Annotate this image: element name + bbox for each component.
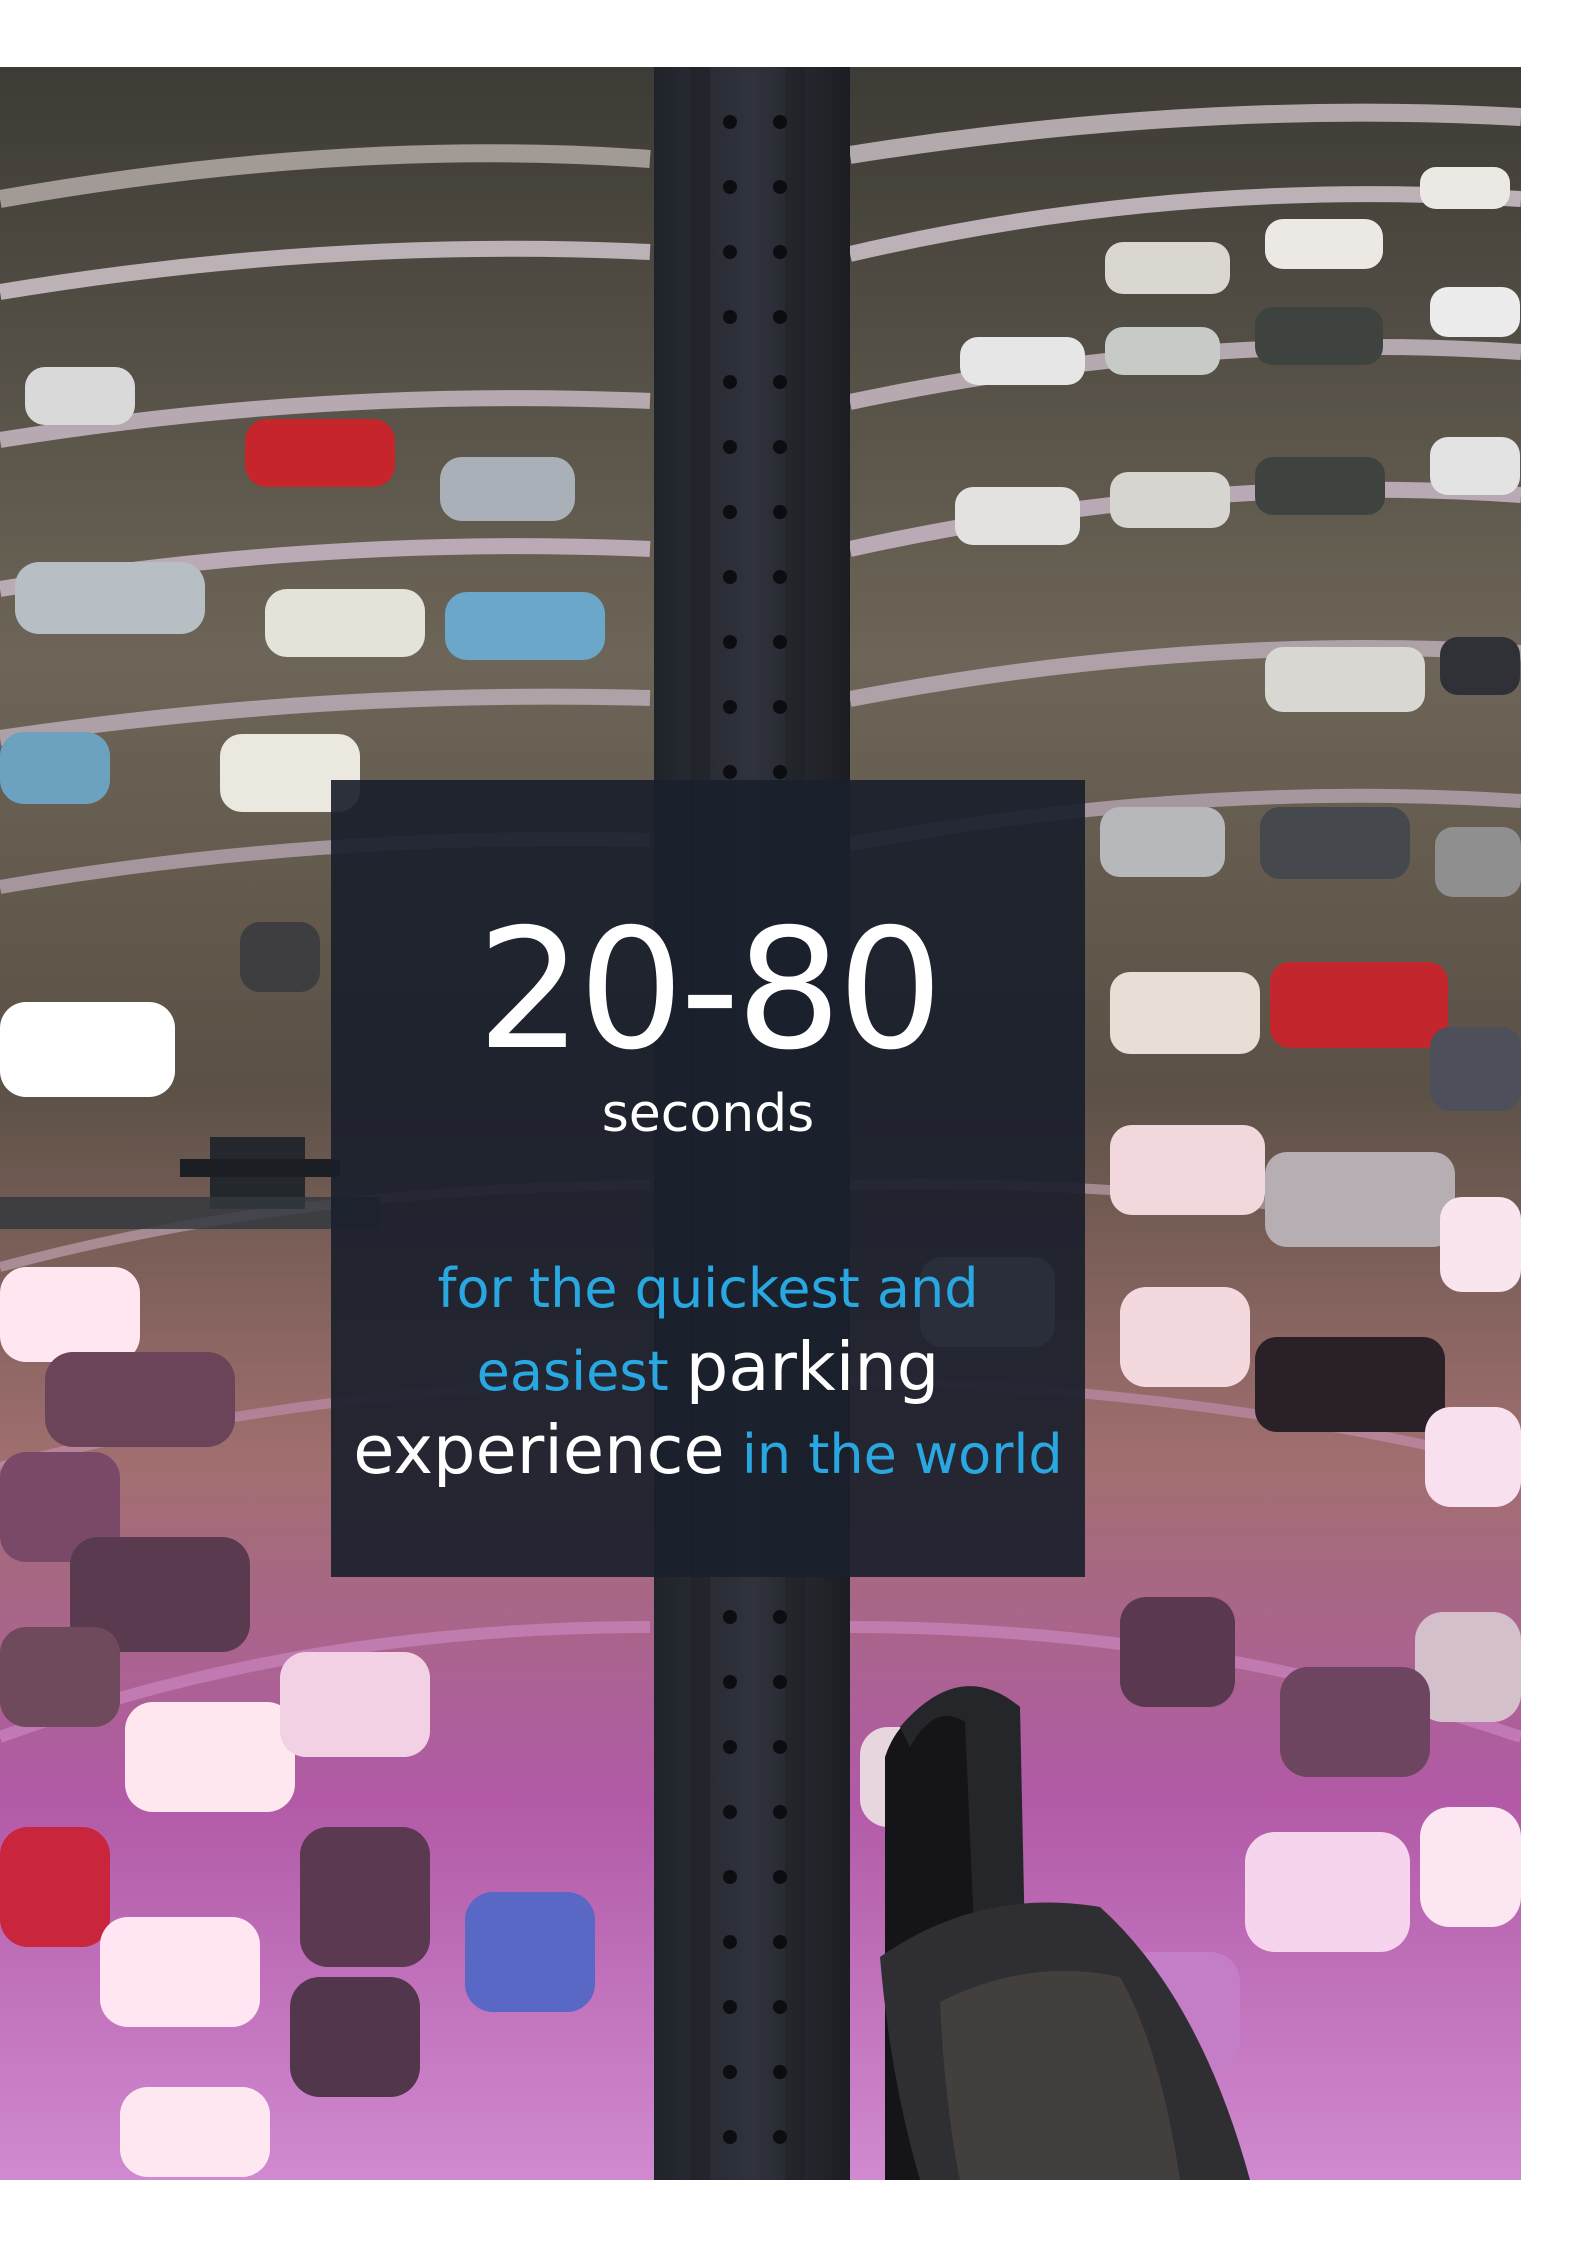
tagline-word-parking: parking [685,1328,940,1406]
tagline-word-experience: experience [353,1411,725,1489]
time-unit: seconds [601,1084,815,1144]
tagline-phrase-world: in the world [741,1423,1063,1486]
tagline: for the quickest and easiest parking exp… [349,1250,1067,1494]
promo-overlay: 20-80 seconds for the quickest and easie… [331,780,1085,1577]
tagline-line-3: experience in the world [349,1411,1067,1494]
time-range: 20-80 [476,894,943,1087]
tagline-word-easiest: easiest [476,1340,669,1403]
tagline-line-2: easiest parking [349,1328,1067,1411]
tagline-line-1-text: for the quickest and [437,1257,979,1320]
tagline-line-1: for the quickest and [349,1250,1067,1328]
